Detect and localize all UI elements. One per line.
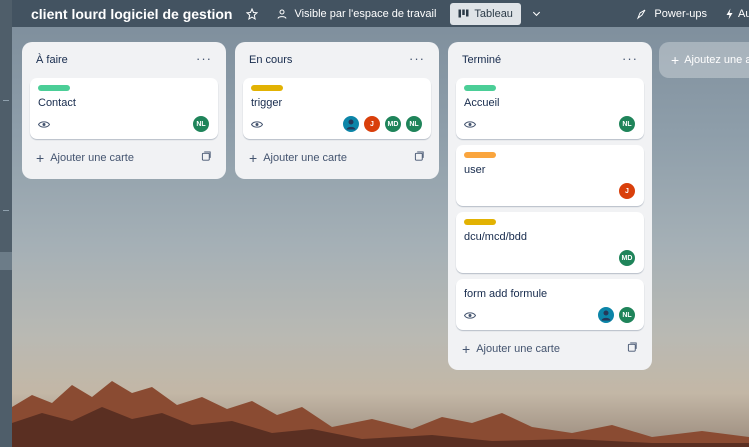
card-trigger[interactable]: trigger J MD NL <box>243 78 431 139</box>
list-title[interactable]: En cours <box>249 54 292 66</box>
eye-icon <box>464 119 476 129</box>
list-a-faire: À faire ··· Contact NL + Ajouter une cart… <box>22 42 226 179</box>
avatar[interactable]: J <box>618 182 636 200</box>
board-view-tab[interactable]: Tableau <box>450 2 521 25</box>
add-list-label: Ajoutez une a <box>684 54 749 66</box>
view-label: Tableau <box>474 7 513 20</box>
card-title: Accueil <box>464 97 500 109</box>
card-label[interactable] <box>464 152 496 158</box>
avatar[interactable]: NL <box>618 306 636 324</box>
automation-button[interactable]: Au <box>725 8 749 20</box>
plus-icon: + <box>671 52 680 68</box>
card-title: dcu/mcd/bdd <box>464 231 527 243</box>
card-label[interactable] <box>464 85 496 91</box>
avatar[interactable]: NL <box>405 115 423 133</box>
eye-icon <box>464 310 476 320</box>
card-label[interactable] <box>38 85 70 91</box>
avatar[interactable]: NL <box>192 115 210 133</box>
powerups-button[interactable]: Power-ups <box>636 8 707 20</box>
card-user[interactable]: user J <box>456 145 644 206</box>
avatar-user-icon[interactable] <box>342 115 360 133</box>
card-accueil[interactable]: Accueil NL <box>456 78 644 139</box>
list-menu-button[interactable]: ··· <box>409 52 425 69</box>
add-card-label: Ajouter une carte <box>263 152 347 164</box>
avatar[interactable]: J <box>363 115 381 133</box>
list-title[interactable]: Terminé <box>462 54 501 66</box>
card-title: trigger <box>251 97 283 109</box>
automation-label: Au <box>738 7 749 20</box>
card-label[interactable] <box>251 85 283 91</box>
add-card-label: Ajouter une carte <box>476 343 560 355</box>
template-icon[interactable] <box>201 151 212 165</box>
template-icon[interactable] <box>414 151 425 165</box>
list-termine: Terminé ··· Accueil NL user J dcu/mcd/bd… <box>448 42 652 370</box>
rocket-icon <box>637 9 646 19</box>
template-icon[interactable] <box>627 342 638 356</box>
avatar[interactable]: NL <box>618 115 636 133</box>
eye-icon <box>251 119 263 129</box>
list-title[interactable]: À faire <box>36 54 68 66</box>
plus-icon: + <box>36 150 45 166</box>
card-title: form add formule <box>464 288 548 300</box>
card-label[interactable] <box>464 219 496 225</box>
chevron-down-icon[interactable] <box>531 8 542 19</box>
sidebar-selected-item[interactable] <box>0 252 12 270</box>
card-form-add-formule[interactable]: form add formule NL <box>456 279 644 330</box>
board-header: client lourd logiciel de gestion Visible… <box>12 0 749 27</box>
lightning-icon <box>726 8 733 19</box>
avatar-user-icon[interactable] <box>597 306 615 324</box>
add-card-button[interactable]: + Ajouter une carte <box>243 145 431 171</box>
sidebar-marker <box>3 100 9 101</box>
list-menu-button[interactable]: ··· <box>622 52 638 69</box>
add-card-button[interactable]: + Ajouter une carte <box>30 145 218 171</box>
people-icon <box>277 9 287 19</box>
eye-icon <box>38 119 50 129</box>
card-title: Contact <box>38 97 76 109</box>
board-title[interactable]: client lourd logiciel de gestion <box>31 6 232 22</box>
card-dcu-mcd-bdd[interactable]: dcu/mcd/bdd MD <box>456 212 644 273</box>
add-card-button[interactable]: + Ajouter une carte <box>456 336 644 362</box>
sidebar-marker <box>3 210 9 211</box>
board-icon <box>458 9 469 17</box>
plus-icon: + <box>249 150 258 166</box>
list-header: Terminé ··· <box>456 42 644 78</box>
visibility-label: Visible par l'espace de travail <box>294 7 437 20</box>
plus-icon: + <box>462 341 471 357</box>
star-icon[interactable] <box>246 7 260 21</box>
mountain-background <box>12 381 749 447</box>
powerups-label: Power-ups <box>654 7 707 20</box>
avatar[interactable]: MD <box>384 115 402 133</box>
add-list-button[interactable]: + Ajoutez une a <box>659 42 749 78</box>
add-card-label: Ajouter une carte <box>50 152 134 164</box>
visibility-button[interactable]: Visible par l'espace de travail <box>276 8 436 20</box>
list-header: À faire ··· <box>30 42 218 78</box>
list-en-cours: En cours ··· trigger J MD NL + Ajouter un… <box>235 42 439 179</box>
workspace-sidebar[interactable] <box>0 0 12 447</box>
list-menu-button[interactable]: ··· <box>196 52 212 69</box>
list-header: En cours ··· <box>243 42 431 78</box>
card-contact[interactable]: Contact NL <box>30 78 218 139</box>
card-title: user <box>464 164 486 176</box>
avatar[interactable]: MD <box>618 249 636 267</box>
